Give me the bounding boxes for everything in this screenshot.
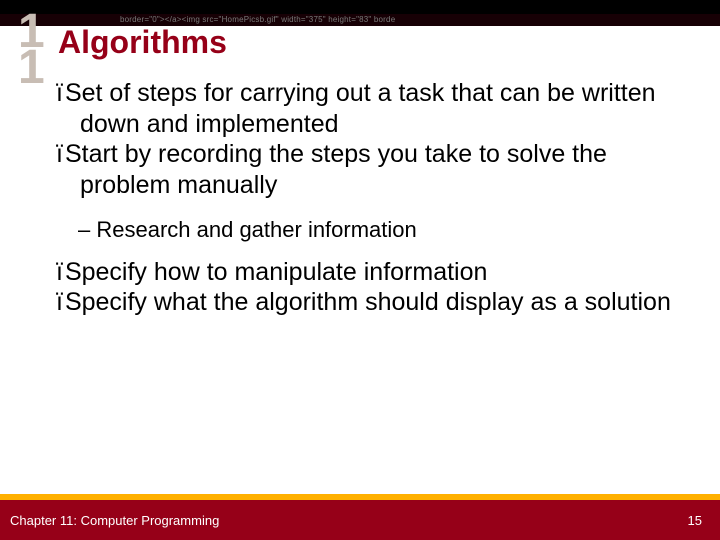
top-black-bar [0,0,720,14]
bullet-item: ïSpecify how to manipulate information [56,257,684,288]
arrow-icon: ï [56,140,63,168]
footer-chapter-label: Chapter 11: Computer Programming [10,513,219,528]
footer-bar: Chapter 11: Computer Programming 15 [0,500,720,540]
slide-body: ïSet of steps for carrying out a task th… [56,78,684,318]
bullet-text: Specify how to manipulate information [65,258,487,286]
chapter-number-line2: 1 [18,48,42,88]
chapter-number-watermark: 1 1 [18,12,42,88]
sub-bullet-text: Research and gather information [96,217,416,242]
bullet-item: ïSpecify what the algorithm should displ… [56,287,684,318]
footer-page-number: 15 [688,513,702,528]
arrow-icon: ï [56,79,63,107]
arrow-icon: ï [56,258,63,286]
bullet-item: ïStart by recording the steps you take t… [56,139,684,200]
bullet-text: Set of steps for carrying out a task tha… [65,79,656,138]
arrow-icon: ï [56,288,63,316]
sub-bullet-item: – Research and gather information [56,216,684,245]
dash-icon: – [78,217,96,242]
slide-title: Algorithms [58,24,227,61]
bullet-item: ïSet of steps for carrying out a task th… [56,78,684,139]
bullet-text: Start by recording the steps you take to… [65,140,607,199]
bullet-text: Specify what the algorithm should displa… [65,288,671,316]
